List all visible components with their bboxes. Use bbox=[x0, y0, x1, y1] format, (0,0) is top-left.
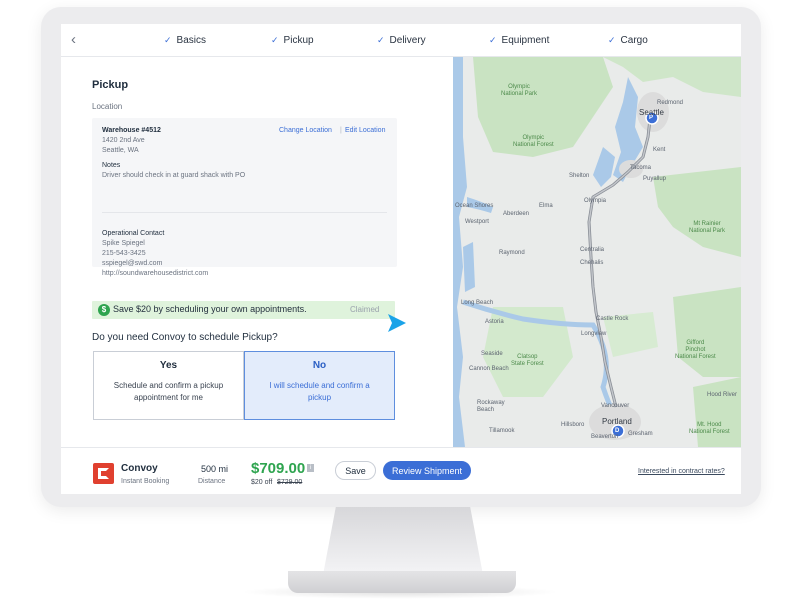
map-label-hood-river: Hood River bbox=[707, 392, 738, 398]
map-label-olympic-np: Olympic National Park bbox=[501, 84, 538, 97]
monitor-stand-neck bbox=[323, 507, 483, 575]
map-label-olympia: Olympia bbox=[584, 198, 607, 204]
map-label-rockaway: Rockaway Beach bbox=[477, 400, 505, 413]
map-label-ocean-shores: Ocean Shores bbox=[455, 203, 494, 209]
map-label-chehalis: Chehalis bbox=[580, 260, 604, 266]
map-label-portland: Portland bbox=[602, 417, 632, 426]
contact-label: Operational Contact bbox=[102, 230, 165, 237]
step-basics[interactable]: ✓ Basics bbox=[164, 35, 206, 46]
change-location-link[interactable]: Change Location bbox=[279, 126, 332, 136]
promo-status: Claimed bbox=[350, 305, 380, 314]
step-label: Delivery bbox=[389, 35, 426, 46]
map-label-puyallup: Puyallup bbox=[643, 176, 667, 182]
brand-name: Convoy bbox=[121, 463, 158, 474]
option-yes-title: Yes bbox=[159, 360, 178, 371]
check-icon: ✓ bbox=[164, 35, 172, 45]
address-line-1: 1420 2nd Ave bbox=[102, 137, 145, 144]
map-label-tacoma: Tacoma bbox=[630, 165, 652, 171]
step-pickup[interactable]: ✓ Pickup bbox=[271, 35, 314, 46]
check-icon: ✓ bbox=[608, 35, 616, 45]
check-icon: ✓ bbox=[377, 35, 385, 45]
map-label-castle-rock: Castle Rock bbox=[596, 316, 629, 322]
notes-label: Notes bbox=[102, 162, 121, 169]
option-no-card[interactable]: No I will schedule and confirm a pickup bbox=[244, 351, 395, 420]
distance-value: 500 mi bbox=[201, 464, 229, 474]
original-price: $729.00 bbox=[277, 479, 303, 486]
check-icon: ✓ bbox=[271, 35, 279, 45]
chevron-left-icon[interactable]: ‹ bbox=[71, 32, 85, 48]
distance-label: Distance bbox=[198, 478, 226, 485]
step-navigation: ‹ ✓ Basics ✓ Pickup ✓ Delivery ✓ Equipment ✓… bbox=[61, 24, 741, 57]
savings-promo-banner: $ Save $20 by scheduling your own appoin… bbox=[92, 301, 395, 319]
booking-type: Instant Booking bbox=[121, 478, 170, 485]
booking-footer: Convoy Instant Booking 500 mi Distance $… bbox=[61, 447, 741, 494]
dollar-circle-icon: $ bbox=[98, 304, 110, 316]
map-label-seaside: Seaside bbox=[481, 351, 503, 357]
map-label-gifford: Gifford Pinchot National Forest bbox=[675, 340, 716, 360]
map-label-olympic-nf: Olympic National Forest bbox=[513, 135, 554, 148]
map-label-longview: Longview bbox=[581, 331, 607, 337]
location-card: Warehouse #4512 1420 2nd Ave Seattle, WA… bbox=[92, 118, 397, 277]
step-cargo[interactable]: ✓ Cargo bbox=[608, 35, 648, 46]
map-label-long-beach: Long Beach bbox=[461, 300, 494, 306]
app-screen: ‹ ✓ Basics ✓ Pickup ✓ Delivery ✓ Equipment ✓… bbox=[61, 24, 741, 494]
map-label-beaverton: Beaverton bbox=[591, 434, 619, 440]
contact-name: Spike Spiegel bbox=[102, 240, 145, 247]
pointer-cursor-icon bbox=[388, 314, 406, 332]
info-icon[interactable]: i bbox=[307, 464, 314, 472]
step-equipment[interactable]: ✓ Equipment bbox=[489, 35, 549, 46]
warehouse-name: Warehouse #4512 bbox=[102, 127, 161, 134]
convoy-logo bbox=[93, 463, 114, 484]
review-shipment-button[interactable]: Review Shipment bbox=[383, 461, 471, 480]
map-label-westport: Westport bbox=[465, 219, 489, 225]
map-label-astoria: Astoria bbox=[485, 319, 504, 325]
monitor-frame: ‹ ✓ Basics ✓ Pickup ✓ Delivery ✓ Equipment ✓… bbox=[41, 7, 761, 507]
contract-rates-link[interactable]: Interested in contract rates? bbox=[638, 468, 725, 475]
map-label-mt-rainier: Mt Rainier National Park bbox=[689, 221, 726, 234]
route-map[interactable]: P D Olympic National Park Redmond Seattl… bbox=[453, 57, 741, 447]
option-no-description: I will schedule and confirm a pickup bbox=[269, 381, 370, 402]
map-label-raymond: Raymond bbox=[499, 250, 525, 256]
map-label-aberdeen: Aberdeen bbox=[503, 211, 530, 217]
step-delivery[interactable]: ✓ Delivery bbox=[377, 35, 426, 46]
schedule-question: Do you need Convoy to schedule Pickup? bbox=[92, 332, 278, 343]
notes-text: Driver should check in at guard shack wi… bbox=[102, 172, 246, 179]
pickup-form-panel: Pickup Location Warehouse #4512 1420 2nd… bbox=[61, 57, 453, 447]
contact-url: http://soundwarehousedistrict.com bbox=[102, 270, 209, 277]
monitor-stand-base bbox=[288, 571, 516, 593]
map-label-clatsop: Clatsop State Forest bbox=[511, 354, 544, 367]
shipment-price: $709.00 bbox=[251, 460, 306, 477]
step-label: Pickup bbox=[283, 35, 314, 46]
map-label-kent: Kent bbox=[653, 147, 666, 153]
discount-text: $20 off bbox=[251, 479, 273, 486]
option-yes-card[interactable]: Yes Schedule and confirm a pickup appoin… bbox=[93, 351, 244, 420]
check-icon: ✓ bbox=[489, 35, 497, 45]
edit-location-link[interactable]: Edit Location bbox=[345, 126, 385, 136]
map-label-vancouver: Vancouver bbox=[601, 403, 630, 409]
map-label-cannon-beach: Cannon Beach bbox=[469, 366, 509, 372]
address-line-2: Seattle, WA bbox=[102, 147, 139, 154]
step-label: Basics bbox=[176, 35, 206, 46]
map-label-elma: Elma bbox=[539, 203, 553, 209]
contact-email: sspiegel@swd.com bbox=[102, 260, 163, 267]
map-label-mt-hood: Mt. Hood National Forest bbox=[689, 422, 730, 435]
step-label: Cargo bbox=[620, 35, 648, 46]
promo-text: Save $20 by scheduling your own appointm… bbox=[113, 304, 307, 314]
contact-phone: 215-543-3425 bbox=[102, 250, 146, 257]
link-separator: | bbox=[340, 127, 342, 134]
map-label-hillsboro: Hillsboro bbox=[561, 422, 585, 428]
map-label-redmond: Redmond bbox=[657, 100, 684, 106]
map-label-tillamook: Tillamook bbox=[489, 428, 515, 434]
map-label-shelton: Shelton bbox=[569, 173, 590, 179]
option-no-title: No bbox=[312, 360, 327, 371]
step-label: Equipment bbox=[501, 35, 550, 46]
option-yes-description: Schedule and confirm a pickup appointmen… bbox=[113, 381, 224, 402]
save-button[interactable]: Save bbox=[335, 461, 376, 480]
location-label: Location bbox=[92, 102, 123, 111]
page-title: Pickup bbox=[92, 79, 129, 91]
map-label-gresham: Gresham bbox=[628, 431, 653, 437]
map-label-seattle: Seattle bbox=[639, 108, 664, 117]
divider bbox=[102, 212, 387, 213]
map-label-centralia: Centralia bbox=[580, 247, 605, 253]
